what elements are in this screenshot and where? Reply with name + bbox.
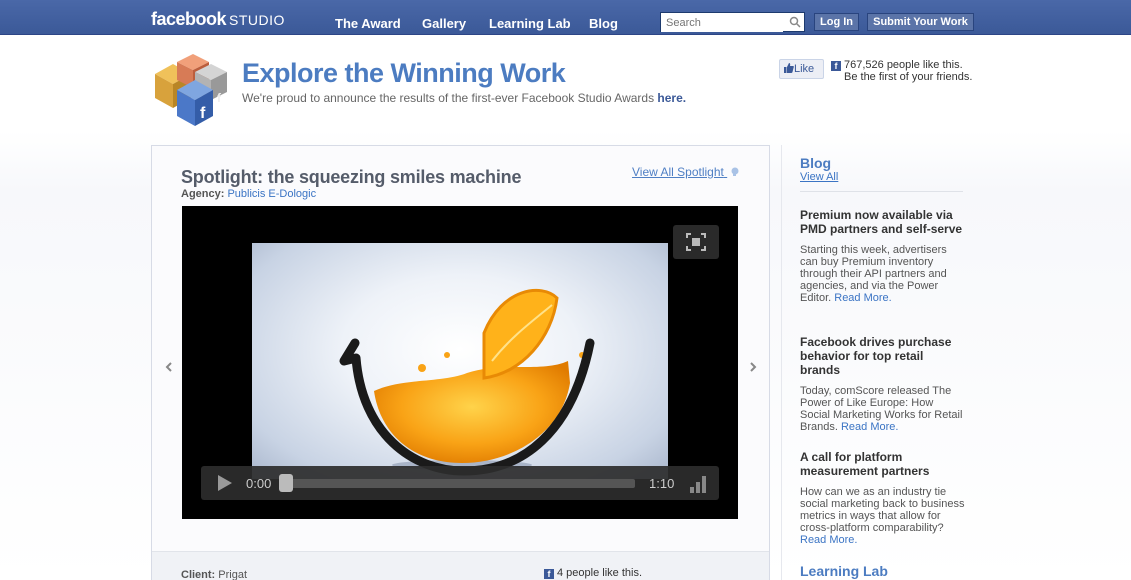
blog-post: Facebook drives purchase behavior for to… — [800, 335, 965, 433]
thumbs-up-icon — [784, 63, 794, 73]
previous-arrow-icon[interactable] — [162, 360, 176, 374]
client-label: Client: — [181, 569, 216, 580]
spotlight-likes: f4 people like this. — [544, 567, 642, 579]
sidebar-view-all-link[interactable]: View All — [800, 171, 838, 183]
sidebar-heading[interactable]: Blog — [800, 155, 831, 171]
logo-studio: STUDIO — [229, 12, 285, 28]
facebook-icon: f — [544, 569, 554, 579]
svg-text:f: f — [200, 105, 206, 122]
video-frame — [252, 243, 668, 479]
sidebar-learning-lab-heading[interactable]: Learning Lab — [800, 563, 888, 579]
duration: 1:10 — [649, 476, 675, 491]
agency-label: Agency: — [181, 188, 225, 200]
next-arrow-icon[interactable] — [746, 360, 760, 374]
sidebar-divider — [800, 191, 963, 192]
facebook-icon: f — [831, 61, 841, 71]
logo-wordmark: facebook — [151, 9, 227, 29]
client-line: Client: Prigat — [181, 569, 247, 580]
view-all-spotlight-label: View All Spotlight — [632, 165, 724, 179]
agency-link[interactable]: Publicis E-Dologic — [227, 188, 316, 200]
search-box — [660, 12, 805, 32]
top-navigation-bar: facebook STUDIO The Award Gallery Learnin… — [0, 0, 1131, 35]
facebook-cubes-logo: f f — [155, 54, 227, 126]
blog-post-body: How can we as an industry tie social mar… — [800, 486, 965, 546]
video-still-image — [339, 289, 595, 476]
play-icon[interactable] — [218, 475, 232, 491]
like-count-text: 767,526 people like this. — [844, 59, 963, 71]
like-friends-text: Be the first of your friends. — [844, 71, 973, 83]
read-more-link[interactable]: Read More. — [800, 534, 857, 546]
seek-bar[interactable] — [285, 479, 635, 488]
page-subtitle: We're proud to announce the results of t… — [242, 91, 686, 105]
spotlight-bulb-icon — [731, 167, 739, 176]
fullscreen-icon — [686, 233, 706, 251]
read-more-link[interactable]: Read More. — [841, 421, 898, 433]
nav-learning-lab[interactable]: Learning Lab — [489, 16, 571, 31]
read-more-link[interactable]: Read More. — [834, 292, 891, 304]
nav-blog[interactable]: Blog — [589, 16, 618, 31]
subtitle-text: We're proud to announce the results of t… — [242, 91, 655, 105]
blog-post-title[interactable]: Facebook drives purchase behavior for to… — [800, 335, 965, 377]
blog-post: A call for platform measurement partners… — [800, 450, 965, 546]
nav-gallery[interactable]: Gallery — [422, 16, 466, 31]
fullscreen-button[interactable] — [673, 225, 719, 259]
blog-post-title[interactable]: A call for platform measurement partners — [800, 450, 965, 478]
facebook-studio-logo[interactable]: facebook STUDIO — [151, 9, 285, 30]
current-time: 0:00 — [246, 476, 272, 491]
blog-post-body: Today, comScore released The Power of Li… — [800, 385, 965, 433]
login-button[interactable]: Log In — [814, 13, 859, 31]
view-all-spotlight-link[interactable]: View All Spotlight — [632, 165, 739, 179]
blog-sidebar: Blog View All Premium now available via … — [781, 145, 981, 580]
volume-icon[interactable] — [689, 473, 709, 493]
like-button[interactable]: Like — [779, 59, 824, 79]
spotlight-title: Spotlight: the squeezing smiles machine — [181, 167, 522, 187]
nav-the-award[interactable]: The Award — [335, 16, 401, 31]
like-label: Like — [794, 63, 815, 75]
seek-handle[interactable] — [279, 474, 293, 492]
client-name: Prigat — [218, 569, 248, 580]
submit-your-work-button[interactable]: Submit Your Work — [867, 13, 974, 31]
page-title: Explore the Winning Work — [242, 58, 566, 88]
spotlight-likes-text: 4 people like this. — [557, 567, 642, 579]
spotlight-footer: Client: Prigat f4 people like this. — [152, 551, 769, 580]
like-count: f 767,526 people like this. Be the first … — [831, 59, 972, 83]
agency-line: Agency: Publicis E-Dologic — [181, 188, 316, 200]
subtitle-here-link[interactable]: here. — [657, 91, 686, 105]
blog-post-body: Starting this week, advertisers can buy … — [800, 244, 965, 304]
search-icon[interactable] — [789, 16, 801, 28]
video-controls: 0:00 1:10 — [201, 466, 719, 500]
video-player[interactable]: 0:00 1:10 — [182, 206, 738, 519]
blog-post-title[interactable]: Premium now available via PMD partners a… — [800, 208, 965, 236]
blog-post-text: How can we as an industry tie social mar… — [800, 486, 965, 534]
search-input[interactable] — [661, 14, 783, 32]
blog-post: Premium now available via PMD partners a… — [800, 208, 965, 304]
